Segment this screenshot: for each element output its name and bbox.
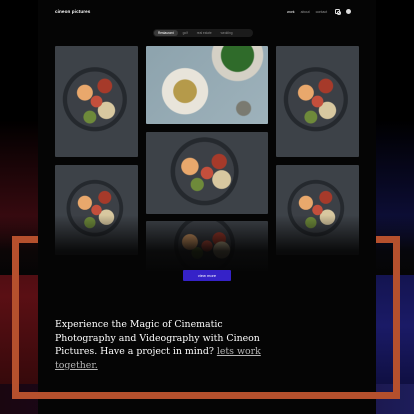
filter-wedding[interactable]: wedding: [217, 30, 237, 36]
brand-logo[interactable]: cineon pictures: [55, 9, 90, 14]
filter-real-estate[interactable]: real estate: [193, 30, 216, 36]
gallery-image-seafood-pasta[interactable]: [55, 46, 138, 157]
frame-border: [393, 236, 400, 399]
frame-border: [12, 392, 400, 399]
view-more-button[interactable]: view more: [183, 270, 231, 281]
gallery-fade-overlay: [0, 215, 414, 275]
nav-link-contact[interactable]: contact: [316, 10, 328, 14]
main-nav: work about contact: [287, 9, 352, 15]
gallery-image-seafood-pasta[interactable]: [146, 132, 268, 214]
category-filter-bar: Restaurant golf real estate wedding: [153, 29, 253, 37]
gallery-image-seafood-pasta[interactable]: [276, 46, 359, 157]
filter-restaurant[interactable]: Restaurant: [154, 29, 178, 37]
gallery-image-noodle-bowl[interactable]: [146, 46, 268, 124]
facebook-icon[interactable]: [346, 9, 352, 14]
nav-link-about[interactable]: about: [301, 10, 310, 14]
filter-golf[interactable]: golf: [179, 30, 192, 36]
frame-border: [12, 236, 19, 399]
nav-link-work[interactable]: work: [287, 10, 295, 14]
instagram-icon[interactable]: [335, 9, 341, 15]
cta-text: Experience the Magic of Cinematic Photog…: [55, 318, 265, 372]
